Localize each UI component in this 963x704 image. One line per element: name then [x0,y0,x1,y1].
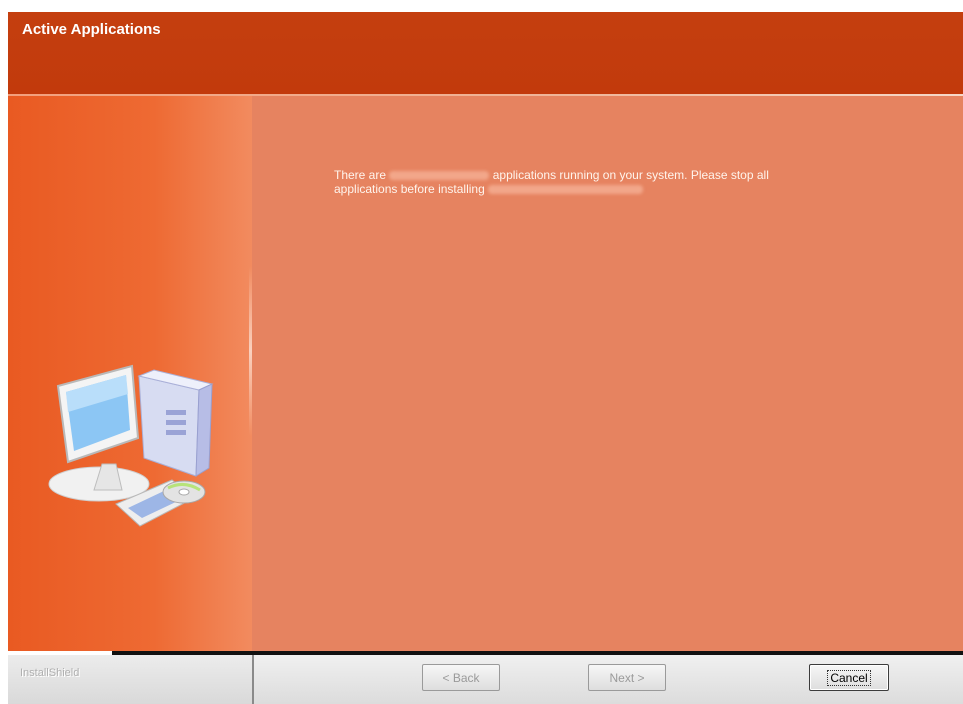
redacted-product-name [488,185,644,195]
installer-dialog: Active Applications There are applicatio… [8,12,963,704]
next-button-label: Next > [609,671,645,685]
side-panel [8,96,252,651]
installshield-brand: InstallShield [20,667,80,679]
dialog-title: Active Applications [22,21,161,38]
content-area: There are applications running on your s… [252,96,963,651]
next-button[interactable]: Next > [588,664,666,691]
redacted-count [389,171,490,181]
back-button[interactable]: < Back [422,664,500,691]
message-part-3: applications before installing [334,182,485,196]
message-text: There are applications running on your s… [334,168,894,196]
cancel-button-label: Cancel [827,670,871,686]
message-part-2: applications running on your system. Ple… [492,168,769,182]
message-part-1: There are [334,168,387,182]
cancel-button[interactable]: Cancel [809,664,889,691]
button-bar: < Back Next > Cancel [252,655,963,704]
back-button-label: < Back [442,671,480,685]
dialog-footer: InstallShield < Back Next > Cancel [8,655,963,704]
computer-setup-icon [48,364,214,527]
dialog-header: Active Applications [8,12,963,94]
